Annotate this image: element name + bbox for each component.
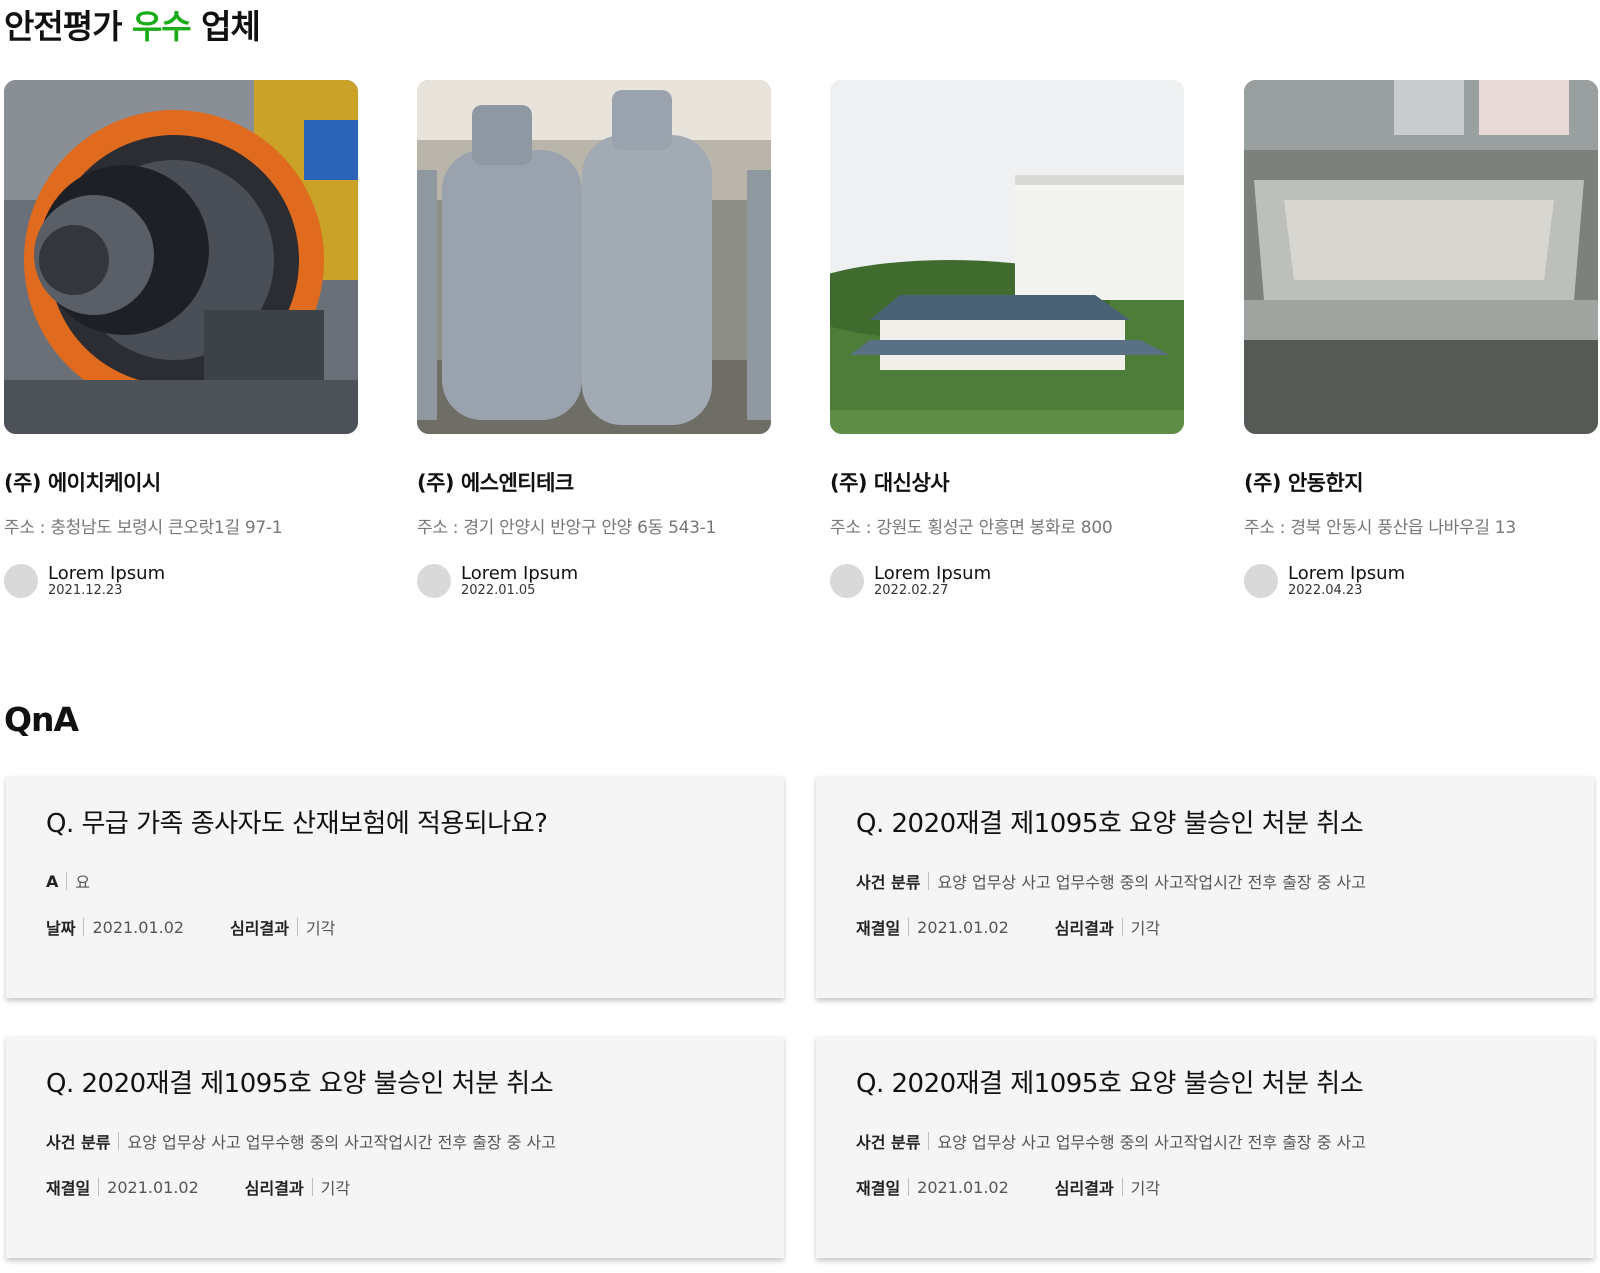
company-photo-machine[interactable] [4,80,358,434]
avatar [1244,564,1278,598]
company-photo-tank[interactable] [1244,80,1598,434]
divider [83,918,85,936]
result-label: 심리결과 [1054,1179,1114,1198]
date-label: 재결일 [856,1179,901,1198]
author-name: Lorem Ipsum [461,563,579,584]
qna-category-row: 사건 분류 요양 업무상 사고 업무수행 중의 사고작업시간 전후 출장 중 사고 [46,1129,784,1153]
result-value: 기각 [320,1179,351,1198]
post-date: 2022.02.27 [874,583,949,598]
avatar [4,564,38,598]
row-value: 요양 업무상 사고 업무수행 중의 사고작업시간 전후 출장 중 사고 [937,873,1366,892]
divider [118,1132,120,1150]
author-name: Lorem Ipsum [1288,563,1406,584]
company-card[interactable]: (주) 에이치케이시 주소 : 충청남도 보령시 큰오랏1길 97-1 Lore… [4,80,360,598]
qna-meta-row: 재결일 2021.01.02 심리결과 기각 [856,1175,1594,1199]
qna-question[interactable]: Q. 2020재결 제1095호 요양 불승인 처분 취소 [856,1066,1594,1102]
date-value: 2021.01.02 [917,1177,1009,1197]
author-info: Lorem Ipsum 2021.12.23 [4,564,360,598]
company-name[interactable]: (주) 에스엔티테크 [417,467,773,497]
qna-question[interactable]: Q. 무급 가족 종사자도 산재보험에 적용되나요? [46,806,784,842]
post-date: 2021.12.23 [48,583,123,598]
result-label: 심리결과 [230,919,289,938]
divider [1121,918,1123,936]
title-prefix: 안전평가 [4,7,132,46]
qna-meta-row: 재결일 2021.01.02 심리결과 기각 [856,915,1594,939]
row-value: 요양 업무상 사고 업무수행 중의 사고작업시간 전후 출장 중 사고 [937,1133,1366,1152]
company-name[interactable]: (주) 안동한지 [1244,467,1600,497]
result-value: 기각 [1130,919,1161,938]
row-label: A [46,871,59,891]
qna-category-row: 사건 분류 요양 업무상 사고 업무수행 중의 사고작업시간 전후 출장 중 사고 [856,1129,1594,1153]
post-date: 2022.04.23 [1288,583,1363,598]
qna-card[interactable]: Q. 2020재결 제1095호 요양 불승인 처분 취소 사건 분류 요양 업무… [816,1036,1594,1258]
date-value: 2021.01.02 [107,1177,199,1197]
author-info: Lorem Ipsum 2022.04.23 [1244,564,1600,598]
author-name: Lorem Ipsum [874,563,992,584]
row-label: 사건 분류 [46,1133,111,1152]
qna-category-row: 사건 분류 요양 업무상 사고 업무수행 중의 사고작업시간 전후 출장 중 사고 [856,869,1594,893]
company-card[interactable]: (주) 안동한지 주소 : 경북 안동시 풍산읍 나바우길 13 Lorem I… [1244,80,1600,598]
divider [1121,1178,1123,1196]
qna-meta-row: 날짜 2021.01.02 심리결과 기각 [46,915,784,939]
qna-card[interactable]: Q. 2020재결 제1095호 요양 불승인 처분 취소 사건 분류 요양 업무… [816,776,1594,998]
author-name: Lorem Ipsum [48,563,166,584]
company-card[interactable]: (주) 에스엔티테크 주소 : 경기 안양시 반앙구 안양 6동 543-1 L… [417,80,773,598]
author-info: Lorem Ipsum 2022.02.27 [830,564,1186,598]
divider [311,1178,313,1196]
qna-meta-row: 재결일 2021.01.02 심리결과 기각 [46,1175,784,1199]
company-address: 주소 : 충청남도 보령시 큰오랏1길 97-1 [4,518,283,538]
divider [98,1178,100,1196]
row-value: 요양 업무상 사고 업무수행 중의 사고작업시간 전후 출장 중 사고 [127,1133,556,1152]
title-accent: 우수 [131,7,192,46]
company-address: 주소 : 강원도 횡성군 안흥면 봉화로 800 [830,518,1113,538]
author-info: Lorem Ipsum 2022.01.05 [417,564,773,598]
safety-section-title: 안전평가 우수 업체 [4,0,261,48]
avatar [417,564,451,598]
divider [296,918,298,936]
qna-answer-row: A요 [46,869,784,893]
qna-card[interactable]: Q. 2020재결 제1095호 요양 불승인 처분 취소 사건 분류 요양 업무… [6,1036,784,1258]
result-label: 심리결과 [1054,919,1114,938]
company-name[interactable]: (주) 대신상사 [830,467,1186,497]
result-label: 심리결과 [244,1179,304,1198]
result-value: 기각 [305,919,336,938]
company-photo-cylinders[interactable] [417,80,771,434]
post-date: 2022.01.05 [461,583,536,598]
date-value: 2021.01.02 [917,917,1009,937]
date-label: 날짜 [46,919,76,938]
row-value: 요 [75,873,91,892]
qna-question[interactable]: Q. 2020재결 제1095호 요양 불승인 처분 취소 [856,806,1594,842]
result-value: 기각 [1130,1179,1161,1198]
row-label: 사건 분류 [856,873,921,892]
company-name[interactable]: (주) 에이치케이시 [4,467,360,497]
company-address: 주소 : 경북 안동시 풍산읍 나바우길 13 [1244,518,1516,538]
date-label: 재결일 [856,919,901,938]
divider [908,918,910,936]
divider [928,1132,930,1150]
date-label: 재결일 [46,1179,91,1198]
title-suffix: 업체 [190,7,261,46]
date-value: 2021.01.02 [92,917,185,937]
qna-card[interactable]: Q. 무급 가족 종사자도 산재보험에 적용되나요? A요 날짜 2021.01.… [6,776,784,998]
divider [908,1178,910,1196]
company-card[interactable]: (주) 대신상사 주소 : 강원도 횡성군 안흥면 봉화로 800 Lorem … [830,80,1186,598]
qna-section-title: QnA [4,700,79,739]
avatar [830,564,864,598]
divider [66,872,68,890]
row-label: 사건 분류 [856,1133,921,1152]
company-photo-building[interactable] [830,80,1184,434]
divider [928,872,930,890]
qna-question[interactable]: Q. 2020재결 제1095호 요양 불승인 처분 취소 [46,1066,784,1102]
company-address: 주소 : 경기 안양시 반앙구 안양 6동 543-1 [417,518,716,538]
